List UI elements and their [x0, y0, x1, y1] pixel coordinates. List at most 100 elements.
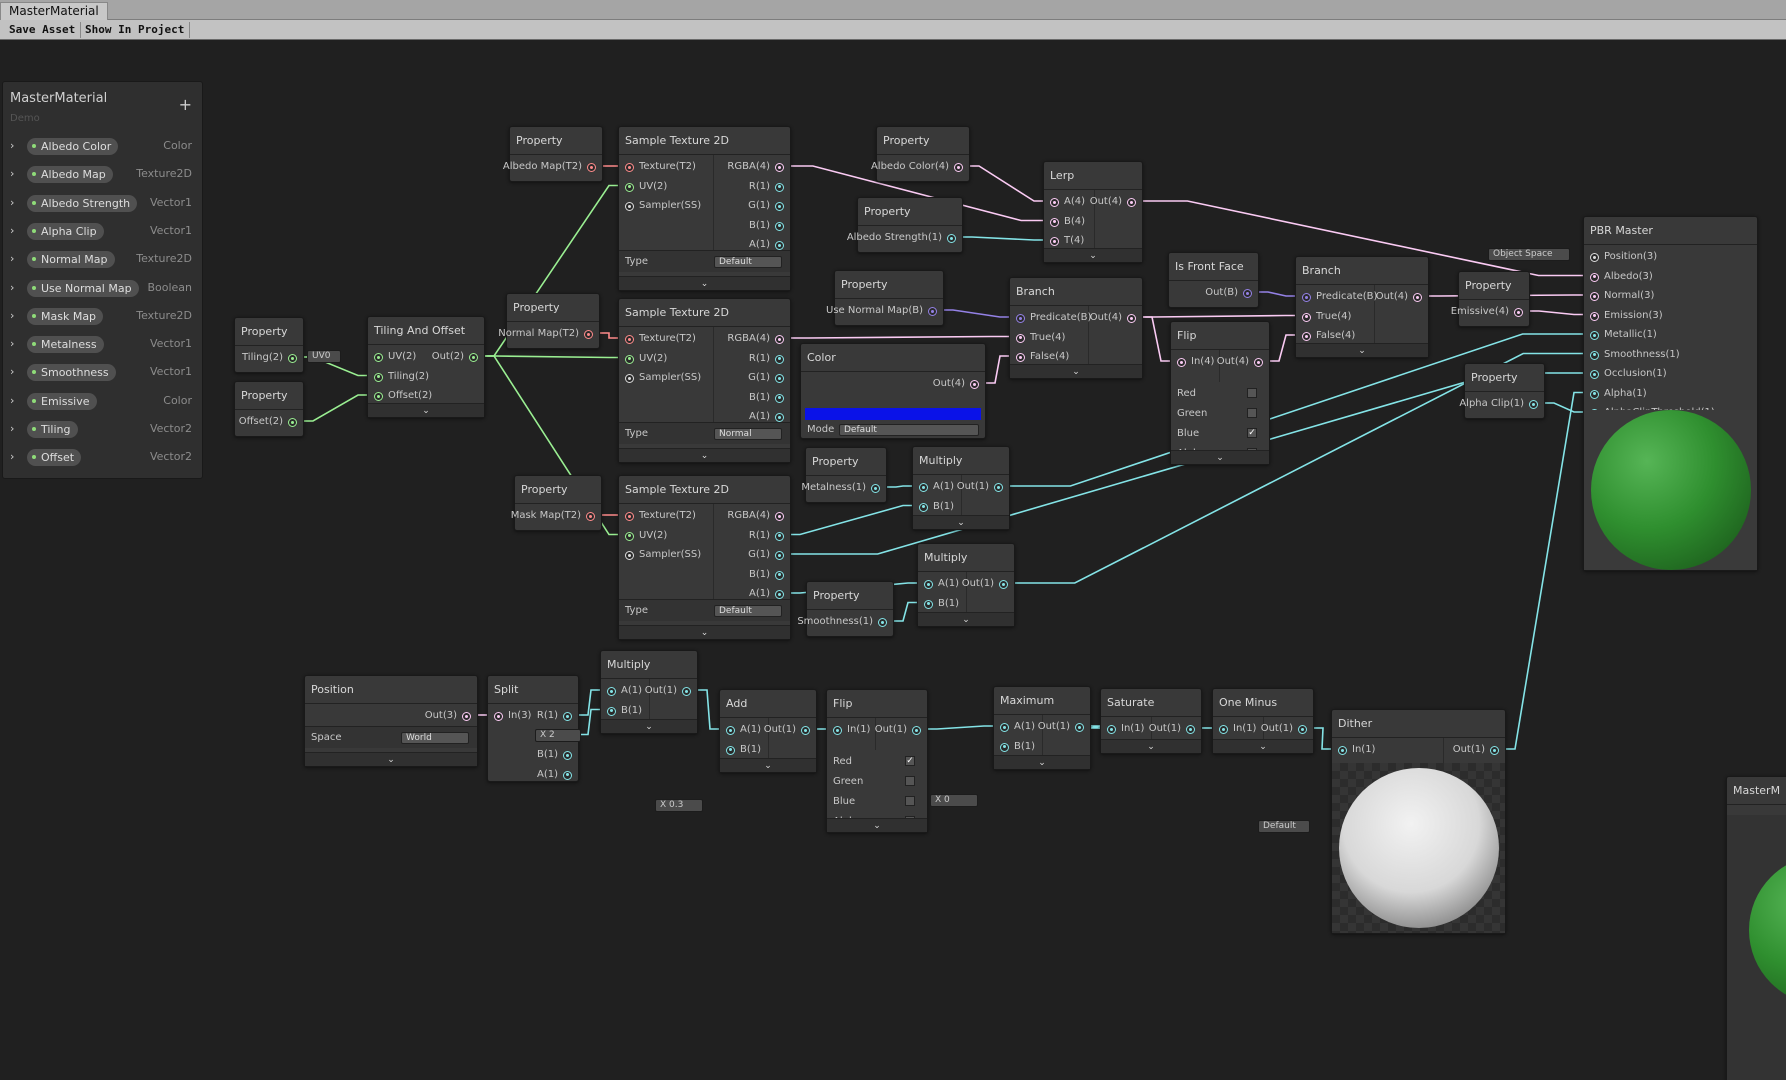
- collapse-chevron-icon[interactable]: ⌄: [619, 625, 790, 639]
- input-port-icon[interactable]: [625, 374, 634, 383]
- expand-chevron-icon[interactable]: ›: [10, 196, 14, 209]
- output-port-icon[interactable]: [775, 570, 784, 580]
- output-port-icon[interactable]: [775, 374, 784, 383]
- input-port-icon[interactable]: [374, 353, 383, 362]
- setting-dropdown[interactable]: Normal: [714, 428, 782, 440]
- setting-dropdown[interactable]: Default: [714, 605, 782, 617]
- blackboard-property-row[interactable]: › Normal Map Texture2D: [3, 249, 202, 271]
- output-port-icon[interactable]: [775, 182, 784, 192]
- input-port-icon[interactable]: [919, 502, 928, 512]
- output-port-icon[interactable]: [775, 531, 784, 541]
- add-property-button[interactable]: +: [179, 95, 192, 114]
- save-asset-button[interactable]: Save Asset: [4, 22, 82, 38]
- input-port-icon[interactable]: [726, 726, 735, 735]
- property-pill[interactable]: Albedo Map: [27, 166, 113, 184]
- split-x-field[interactable]: X 2: [535, 729, 581, 742]
- node-connection-wire[interactable]: [1495, 391, 1594, 750]
- input-port-icon[interactable]: [1590, 292, 1599, 301]
- input-port-icon[interactable]: [625, 163, 634, 172]
- input-port-icon[interactable]: [625, 182, 634, 192]
- channel-checkbox[interactable]: [1247, 388, 1257, 398]
- node-connection-wire[interactable]: [933, 309, 1020, 318]
- output-port-icon[interactable]: [928, 307, 937, 316]
- output-port-icon[interactable]: [1127, 198, 1136, 207]
- node-branch1[interactable]: Branch Predicate(B) True(4) False(4) Out(4) ⌄: [1009, 277, 1143, 379]
- input-port-icon[interactable]: [607, 687, 616, 696]
- output-port-icon[interactable]: [563, 751, 572, 760]
- output-port-icon[interactable]: [878, 618, 887, 627]
- blackboard-property-row[interactable]: › Metalness Vector1: [3, 334, 202, 356]
- blackboard-property-row[interactable]: › Albedo Map Texture2D: [3, 164, 202, 186]
- input-port-icon[interactable]: [1302, 293, 1311, 302]
- output-port-icon[interactable]: [1298, 725, 1307, 734]
- input-port-icon[interactable]: [1107, 725, 1116, 734]
- input-port-icon[interactable]: [1050, 198, 1059, 207]
- node-sat[interactable]: Saturate In(1) Out(1) ⌄: [1100, 688, 1202, 754]
- node-p-tiling[interactable]: Property Tiling(2): [234, 317, 304, 373]
- node-p-offset[interactable]: Property Offset(2): [234, 381, 304, 437]
- collapse-chevron-icon[interactable]: ⌄: [994, 755, 1090, 769]
- node-p-normalmap[interactable]: Property Normal Map(T2): [498, 293, 600, 349]
- input-port-icon[interactable]: [919, 483, 928, 492]
- output-port-icon[interactable]: [1529, 400, 1538, 409]
- input-port-icon[interactable]: [1016, 314, 1025, 323]
- show-in-project-button[interactable]: Show In Project: [80, 22, 191, 38]
- input-port-icon[interactable]: [1016, 333, 1025, 343]
- input-port-icon[interactable]: [625, 551, 634, 560]
- node-position[interactable]: Position Out(3) Space World ⌄: [304, 675, 478, 767]
- dither-default-dropdown[interactable]: Default: [1258, 820, 1310, 833]
- collapse-chevron-icon[interactable]: ⌄: [619, 448, 790, 462]
- node-flip1[interactable]: FlipIn(4)Out(4)RedGreenBlue✓Alpha⌄: [1170, 321, 1270, 465]
- node-mul2[interactable]: Multiply A(1) B(1) Out(1) ⌄: [917, 543, 1015, 627]
- input-port-icon[interactable]: [1590, 311, 1599, 321]
- input-port-icon[interactable]: [726, 745, 735, 755]
- input-port-icon[interactable]: [625, 531, 634, 541]
- output-port-icon[interactable]: [288, 354, 297, 363]
- blackboard-property-row[interactable]: › Offset Vector2: [3, 447, 202, 469]
- input-port-icon[interactable]: [833, 726, 842, 735]
- expand-chevron-icon[interactable]: ›: [10, 167, 14, 180]
- output-port-icon[interactable]: [775, 241, 784, 250]
- input-port-icon[interactable]: [625, 354, 634, 364]
- output-port-icon[interactable]: [563, 770, 572, 780]
- blackboard-property-row[interactable]: › Smoothness Vector1: [3, 362, 202, 384]
- output-port-icon[interactable]: [801, 726, 810, 735]
- node-p-albedomap[interactable]: Property Albedo Map(T2): [503, 126, 603, 182]
- node-tiling[interactable]: Tiling And Offset UV(2) Tiling(2) Offset(2)…: [367, 316, 485, 418]
- input-port-icon[interactable]: [607, 706, 616, 716]
- node-pbr[interactable]: PBR Master Position(3) Albedo(3) Normal(3) E…: [1583, 216, 1758, 571]
- node-isfront[interactable]: Is Front Face Out(B): [1168, 252, 1259, 308]
- blackboard-property-row[interactable]: › Use Normal Map Boolean: [3, 278, 202, 300]
- output-port-icon[interactable]: [587, 163, 596, 172]
- output-port-icon[interactable]: [775, 393, 784, 403]
- blackboard-property-row[interactable]: › Albedo Strength Vector1: [3, 193, 202, 215]
- output-port-icon[interactable]: [563, 712, 572, 721]
- collapse-chevron-icon[interactable]: ⌄: [619, 276, 790, 290]
- property-pill[interactable]: Mask Map: [27, 307, 104, 325]
- expand-chevron-icon[interactable]: ›: [10, 139, 14, 152]
- node-flip2[interactable]: FlipIn(1)Out(1)Red✓GreenBlueAlpha⌄: [826, 689, 928, 833]
- property-pill[interactable]: Tiling: [27, 421, 78, 438]
- setting-dropdown[interactable]: Default: [714, 256, 782, 268]
- node-connection-wire[interactable]: [959, 165, 1054, 202]
- node-connection-wire[interactable]: [780, 504, 923, 536]
- setting-dropdown[interactable]: World: [401, 732, 469, 744]
- node-connection-wire[interactable]: [1132, 314, 1306, 318]
- collapse-chevron-icon[interactable]: ⌄: [720, 758, 816, 772]
- blackboard-property-row[interactable]: › Alpha Clip Vector1: [3, 221, 202, 243]
- output-port-icon[interactable]: [1490, 746, 1499, 755]
- node-connection-wire[interactable]: [474, 355, 629, 359]
- input-port-icon[interactable]: [1000, 723, 1009, 732]
- output-port-icon[interactable]: [994, 483, 1003, 492]
- collapse-chevron-icon[interactable]: ⌄: [1044, 248, 1142, 262]
- input-port-icon[interactable]: [1016, 353, 1025, 362]
- node-st1[interactable]: Sample Texture 2D Texture(T2) UV(2) Sampler…: [618, 126, 791, 291]
- node-branch2[interactable]: Branch Predicate(B) True(4) False(4) Out(4) ⌄: [1295, 256, 1429, 358]
- collapse-chevron-icon[interactable]: ⌄: [601, 719, 697, 733]
- input-port-icon[interactable]: [374, 372, 383, 382]
- output-port-icon[interactable]: [1127, 314, 1136, 323]
- node-p-emissive[interactable]: Property Emissive(4): [1451, 271, 1530, 327]
- property-pill[interactable]: Smoothness: [27, 364, 116, 382]
- channel-checkbox[interactable]: [1247, 408, 1257, 418]
- expand-chevron-icon[interactable]: ›: [10, 450, 14, 463]
